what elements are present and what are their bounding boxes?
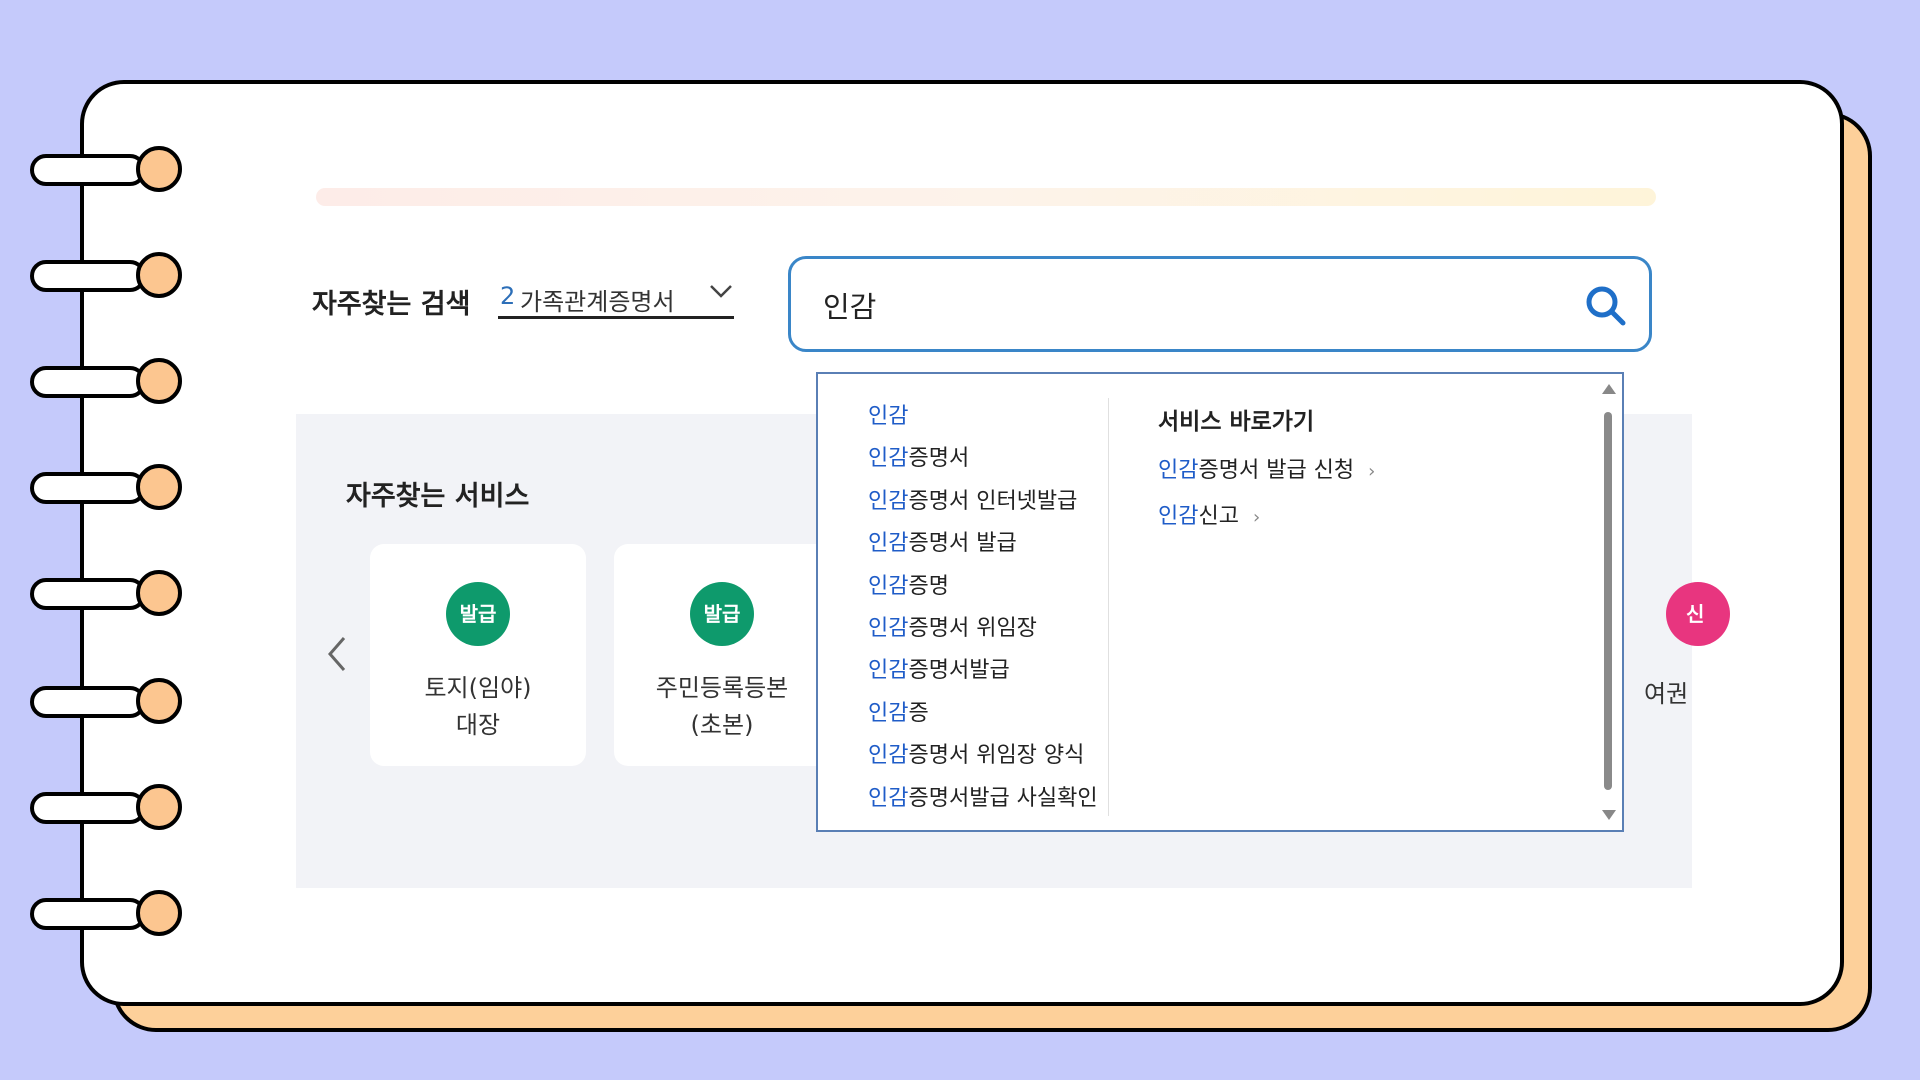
suggestion-rest: 증명서 발급 bbox=[908, 531, 1017, 557]
service-name-line2: 대장 bbox=[455, 711, 501, 739]
quick-link-rest: 증명서 발급 신청 bbox=[1198, 458, 1355, 483]
service-card-name: 토지(임야) 대장 bbox=[370, 670, 586, 744]
chevron-right-icon: › bbox=[1252, 507, 1261, 528]
autocomplete-dropdown: 인감 인감증명서 인감증명서 인터넷발급 인감증명서 발급 인감증명 인감증명서… bbox=[816, 372, 1624, 832]
suggestion-item[interactable]: 인감증명서발급 bbox=[868, 650, 1098, 692]
suggestion-rest: 증명서 위임장 bbox=[908, 615, 1037, 641]
suggestion-item[interactable]: 인감증명서 발급 bbox=[868, 523, 1098, 565]
service-card[interactable]: 발급 주민등록등본 (초본) bbox=[614, 544, 830, 766]
suggestion-item[interactable]: 인감증명서 위임장 bbox=[868, 608, 1098, 650]
suggestion-highlight: 인감 bbox=[868, 743, 909, 769]
suggestion-highlight: 인감 bbox=[868, 785, 909, 811]
frequent-search-label: 자주찾는 검색 bbox=[312, 289, 471, 320]
suggestion-item[interactable]: 인감 bbox=[868, 396, 1098, 438]
suggestion-highlight: 인감 bbox=[868, 446, 909, 472]
scroll-down-arrow-icon[interactable] bbox=[1602, 810, 1616, 820]
suggestion-item[interactable]: 인감증명서 인터넷발급 bbox=[868, 481, 1098, 523]
chevron-down-icon bbox=[710, 285, 732, 298]
suggestion-item[interactable]: 인감증명 bbox=[868, 566, 1098, 608]
frequent-search-term: 가족관계증명서 bbox=[520, 288, 675, 316]
suggestion-highlight: 인감 bbox=[868, 700, 909, 726]
service-card[interactable]: 발급 토지(임야) 대장 bbox=[370, 544, 586, 766]
frequent-search-select[interactable]: 2 가족관계증명서 bbox=[498, 280, 734, 319]
frequent-search-rank: 2 bbox=[500, 282, 516, 310]
suggestion-highlight: 인감 bbox=[868, 531, 909, 557]
suggestion-rest: 증명서 인터넷발급 bbox=[908, 488, 1078, 514]
spiral-ring bbox=[30, 570, 182, 616]
search-input[interactable] bbox=[821, 279, 1525, 331]
suggestion-rest: 증명서 bbox=[908, 446, 970, 472]
suggestion-highlight: 인감 bbox=[868, 658, 909, 684]
dropdown-divider bbox=[1108, 398, 1109, 816]
service-name-line1: 토지(임야) bbox=[424, 674, 532, 702]
quick-link-highlight: 인감 bbox=[1158, 458, 1199, 483]
issue-badge: 발급 bbox=[446, 582, 510, 646]
suggestion-item[interactable]: 인감증명서발급 사실확인 bbox=[868, 778, 1098, 820]
service-name-line1: 주민등록등본 bbox=[655, 674, 789, 702]
partial-service-name[interactable]: 여권 bbox=[1644, 674, 1688, 709]
frequent-services-title: 자주찾는 서비스 bbox=[346, 481, 530, 512]
suggestion-item[interactable]: 인감증명서 위임장 양식 bbox=[868, 735, 1098, 777]
quick-link[interactable]: 인감증명서 발급 신청 › bbox=[1158, 452, 1375, 484]
quick-link-highlight: 인감 bbox=[1158, 504, 1199, 529]
spiral-ring bbox=[30, 252, 182, 298]
suggestion-rest: 증명 bbox=[908, 573, 949, 599]
chevron-left-icon[interactable] bbox=[324, 634, 350, 674]
suggestion-item[interactable]: 인감증명서 bbox=[868, 438, 1098, 480]
suggestion-rest: 증명서발급 bbox=[908, 658, 1010, 684]
service-name-line2: (초본) bbox=[690, 711, 754, 739]
suggestion-list: 인감 인감증명서 인감증명서 인터넷발급 인감증명서 발급 인감증명 인감증명서… bbox=[868, 396, 1098, 820]
notebook-page: 자주찾는 검색 2 가족관계증명서 자주찾는 서비스 발급 토지(임야) 대장 … bbox=[80, 80, 1844, 1006]
quick-link[interactable]: 인감신고 › bbox=[1158, 498, 1260, 530]
suggestion-highlight: 인감 bbox=[868, 573, 909, 599]
partial-service-badge[interactable]: 신 bbox=[1666, 582, 1730, 646]
service-card-name: 주민등록등본 (초본) bbox=[614, 670, 830, 744]
quick-link-rest: 신고 bbox=[1198, 504, 1239, 529]
spiral-ring bbox=[30, 358, 182, 404]
search-icon[interactable] bbox=[1583, 283, 1629, 329]
suggestion-rest: 증명서발급 사실확인 bbox=[908, 785, 1098, 811]
quick-links-title: 서비스 바로가기 bbox=[1158, 409, 1315, 435]
scrollbar-thumb[interactable] bbox=[1604, 412, 1612, 790]
suggestion-item[interactable]: 인감증 bbox=[868, 693, 1098, 735]
suggestion-rest: 증명서 위임장 양식 bbox=[908, 743, 1085, 769]
suggestion-rest: 증 bbox=[908, 700, 929, 726]
scroll-up-arrow-icon[interactable] bbox=[1602, 384, 1616, 394]
spiral-ring bbox=[30, 784, 182, 830]
suggestion-highlight: 인감 bbox=[868, 404, 909, 429]
spiral-ring bbox=[30, 146, 182, 192]
chevron-right-icon: › bbox=[1368, 461, 1376, 482]
search-box[interactable] bbox=[788, 256, 1652, 352]
suggestion-highlight: 인감 bbox=[868, 488, 909, 514]
banner-gradient-strip bbox=[316, 188, 1656, 206]
spiral-ring bbox=[30, 464, 182, 510]
issue-badge: 발급 bbox=[690, 582, 754, 646]
spiral-ring bbox=[30, 678, 182, 724]
suggestion-highlight: 인감 bbox=[868, 615, 909, 641]
spiral-ring bbox=[30, 890, 182, 936]
